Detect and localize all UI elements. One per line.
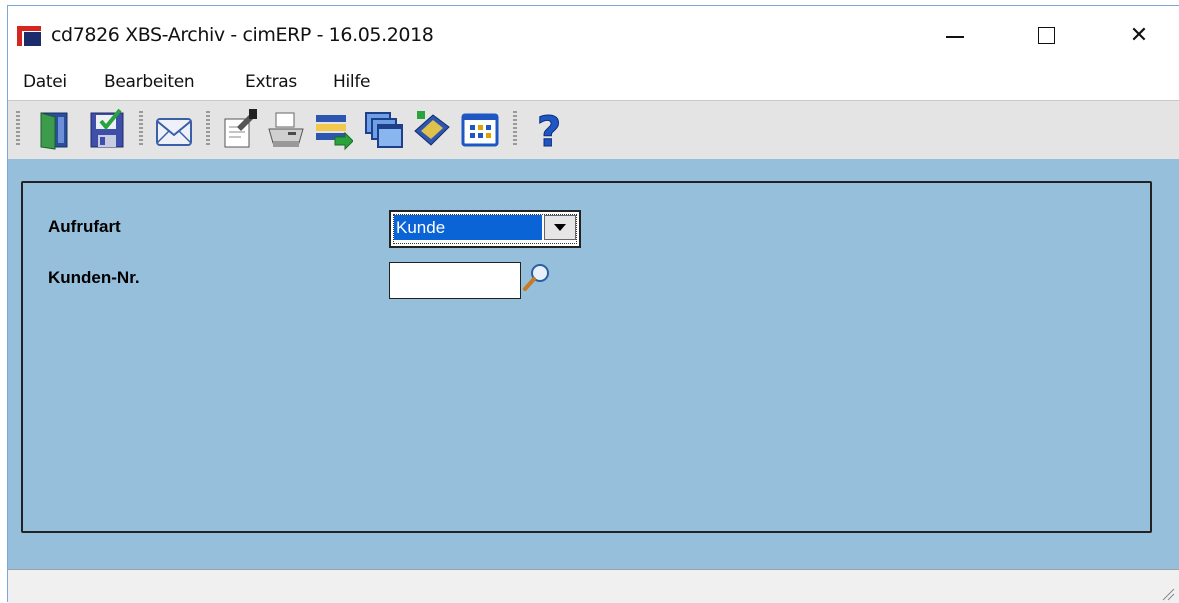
help-button[interactable]: ?: [529, 107, 569, 151]
toolbar-separator: [513, 111, 517, 147]
help-glyph: ?: [537, 107, 561, 151]
toolbar-separator: [206, 111, 210, 147]
exit-door-icon: [40, 112, 68, 150]
close-icon: ✕: [1129, 22, 1149, 47]
menu-bar: Datei Bearbeiten Extras Hilfe: [8, 65, 1179, 97]
table-button[interactable]: [460, 107, 500, 151]
mail-button[interactable]: [154, 107, 194, 151]
dropdown-button[interactable]: [544, 215, 576, 240]
aufrufart-label: Aufrufart: [48, 217, 121, 236]
save-icon: [90, 108, 124, 148]
list-transfer-button[interactable]: [313, 107, 353, 151]
kunden-nr-label: Kunden-Nr.: [48, 268, 140, 287]
mail-envelope-icon: [156, 118, 192, 146]
maximize-button[interactable]: [1023, 18, 1069, 52]
print-button[interactable]: [266, 107, 306, 151]
minimize-icon: [946, 36, 964, 38]
search-icon: [523, 264, 549, 291]
form-panel: Aufrufart Kunde Kunden-Nr.: [21, 181, 1152, 533]
exit-button[interactable]: [34, 107, 74, 151]
app-window: cd7826 XBS-Archiv - cimERP - 16.05.2018 …: [7, 5, 1179, 603]
menu-datei[interactable]: Datei: [23, 72, 67, 92]
minimize-button[interactable]: [932, 18, 978, 52]
chevron-down-icon: [554, 224, 566, 231]
menu-extras[interactable]: Extras: [245, 72, 297, 92]
app-logo-icon: [17, 26, 41, 46]
list-transfer-icon: [316, 115, 353, 151]
menu-hilfe[interactable]: Hilfe: [333, 72, 370, 92]
kunden-nr-input[interactable]: [389, 262, 521, 299]
windows-cascade-icon: [365, 112, 403, 148]
windows-button[interactable]: [363, 107, 403, 151]
title-bar: cd7826 XBS-Archiv - cimERP - 16.05.2018 …: [8, 6, 1179, 61]
book-button[interactable]: [411, 107, 451, 151]
toolbar-grip[interactable]: [16, 111, 20, 147]
edit-button[interactable]: [219, 107, 259, 151]
maximize-icon: [1037, 26, 1055, 44]
table-grid-icon: [461, 113, 499, 147]
search-button[interactable]: [522, 262, 552, 292]
printer-icon: [268, 112, 304, 147]
status-bar: [8, 569, 1179, 603]
window-title: cd7826 XBS-Archiv - cimERP - 16.05.2018: [51, 24, 434, 46]
help-question-icon: ?: [536, 107, 561, 151]
book-icon: [414, 111, 450, 146]
toolbar-separator: [139, 111, 143, 147]
aufrufart-selected-value: Kunde: [394, 215, 542, 240]
client-area: Aufrufart Kunde Kunden-Nr.: [8, 159, 1179, 569]
close-button[interactable]: ✕: [1116, 18, 1162, 52]
save-button[interactable]: [86, 107, 126, 151]
toolbar: ?: [8, 100, 1179, 160]
menu-bearbeiten[interactable]: Bearbeiten: [104, 72, 195, 92]
resize-grip-icon[interactable]: [1161, 587, 1175, 601]
aufrufart-select[interactable]: Kunde: [389, 210, 581, 248]
edit-document-icon: [224, 109, 257, 148]
